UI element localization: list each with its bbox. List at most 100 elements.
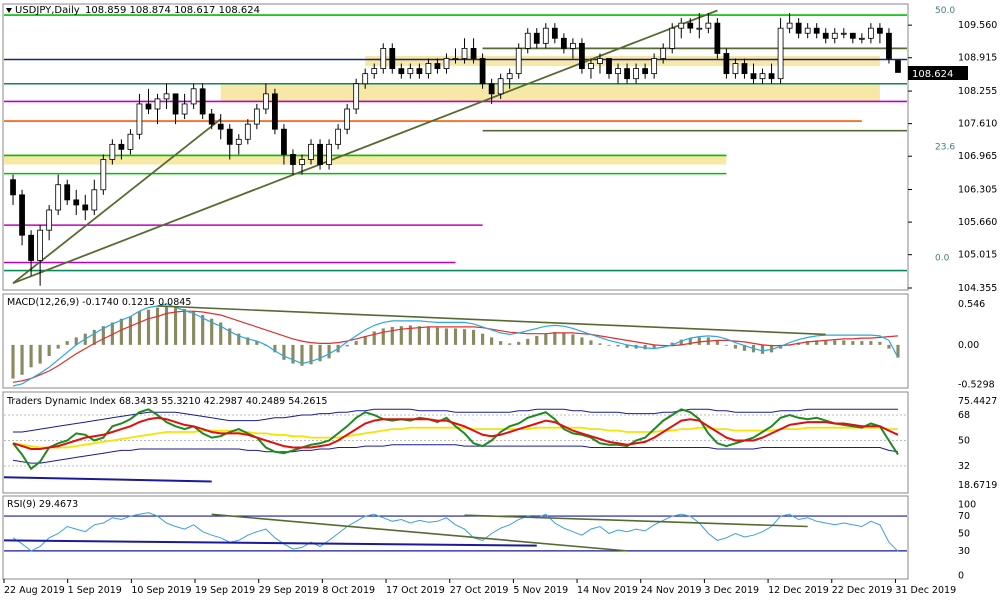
candle-body <box>642 68 649 75</box>
candle-body <box>804 27 811 34</box>
rsi-axis-label: 70 <box>958 511 970 522</box>
candle-body <box>272 93 278 130</box>
candle-body <box>281 128 287 155</box>
macd-histogram-bar <box>38 344 42 364</box>
x-axis-label: 1 Sep 2019 <box>68 585 122 596</box>
candle-body <box>163 93 170 100</box>
macd-histogram-bar <box>173 307 178 345</box>
candle-body <box>488 83 495 95</box>
candle-body <box>127 133 134 150</box>
macd-histogram-bar <box>327 344 331 359</box>
x-axis-label: 22 Dec 2019 <box>832 585 893 596</box>
candle-body <box>615 68 621 75</box>
macd-histogram-bar <box>616 344 620 347</box>
candle-body <box>858 37 865 40</box>
x-axis-label: 24 Nov 2019 <box>641 585 702 596</box>
candle-body <box>100 159 107 191</box>
candle-body <box>813 27 820 34</box>
macd-histogram-bar <box>192 311 196 345</box>
candle-body <box>551 27 558 39</box>
tdi-axis-label: 18.6719 <box>958 480 997 491</box>
tdi-axis-label: 32 <box>958 461 970 472</box>
x-axis-label: 12 Dec 2019 <box>768 585 829 596</box>
price-zone <box>365 55 880 67</box>
candle-body <box>145 103 152 110</box>
candle-body <box>705 22 712 29</box>
x-axis-label: 5 Nov 2019 <box>513 585 568 596</box>
macd-histogram-bar <box>833 340 837 345</box>
macd-histogram-bar <box>417 326 421 345</box>
x-axis-label: 14 Nov 2019 <box>577 585 638 596</box>
macd-histogram-bar <box>29 344 33 368</box>
macd-histogram-bar <box>553 332 557 345</box>
candle-body <box>244 123 251 140</box>
macd-histogram-bar <box>851 341 855 345</box>
tdi-axis-label: 75.4427 <box>958 396 997 407</box>
candle-body <box>434 63 441 69</box>
price-axis-label: 106.305 <box>958 185 997 196</box>
x-axis-label: 17 Oct 2019 <box>386 585 445 596</box>
candle-body <box>768 73 775 80</box>
macd-histogram-bar <box>435 327 440 345</box>
candle-body <box>506 73 513 80</box>
candle-body <box>335 128 341 145</box>
candle-body <box>606 58 612 75</box>
candle-body <box>479 58 486 85</box>
candle-body <box>398 68 405 75</box>
candle-body <box>877 27 883 34</box>
candle-body <box>28 234 34 261</box>
macd-histogram-bar <box>372 331 376 345</box>
macd-histogram-bar <box>887 344 891 349</box>
candle-body <box>597 58 603 64</box>
candle-body <box>714 22 721 54</box>
candle-body <box>371 68 378 75</box>
macd-histogram-bar <box>607 344 611 346</box>
macd-histogram-bar <box>390 326 394 345</box>
candle-body <box>840 32 847 35</box>
candle-body <box>786 22 793 29</box>
macd-histogram-bar <box>697 337 701 345</box>
macd-histogram-bar <box>878 341 882 345</box>
macd-histogram-bar <box>733 344 738 349</box>
macd-histogram-bar <box>128 316 133 345</box>
candle-body <box>10 179 16 196</box>
macd-histogram-bar <box>571 334 575 345</box>
price-axis-label: 109.560 <box>958 20 997 31</box>
candle-body <box>226 128 233 145</box>
macd-histogram-bar <box>598 343 602 345</box>
candle-body <box>181 103 188 115</box>
macd-label: MACD(12,26,9) -0.1740 0.1215 0.0845 <box>7 297 191 308</box>
candle-body <box>407 68 414 75</box>
candle-body <box>362 73 369 85</box>
candle-body <box>416 68 423 75</box>
candle-body <box>46 209 53 231</box>
candle-body <box>73 199 80 206</box>
candle-body <box>461 47 468 59</box>
candle-body <box>299 159 305 165</box>
macd-histogram-bar <box>860 341 864 345</box>
macd-histogram-bar <box>20 344 24 375</box>
candle-body <box>588 63 594 69</box>
candle-body <box>696 27 703 30</box>
rsi-axis-label: 0 <box>958 570 964 581</box>
fib-level-label: 50.0 <box>935 6 955 16</box>
candle-body <box>19 194 25 236</box>
macd-histogram-bar <box>183 308 187 345</box>
chart-svg: 109.560 108.915 108.255 107.610 106.965 106.3… <box>0 0 1000 600</box>
candle-body <box>723 53 730 75</box>
macd-histogram-bar <box>354 341 358 345</box>
macd-histogram-bar <box>544 333 548 345</box>
candle-body <box>64 184 71 201</box>
macd-axis-label: 0.00 <box>958 340 979 351</box>
macd-histogram-bar <box>453 328 458 345</box>
candle-body <box>624 68 630 80</box>
price-axis-label: 105.015 <box>958 250 997 261</box>
candle-body <box>660 47 667 59</box>
price-axis-label: 105.660 <box>958 217 997 228</box>
macd-histogram-bar <box>760 344 765 354</box>
candle-body <box>353 83 360 110</box>
x-axis-label: 8 Oct 2019 <box>322 585 375 596</box>
candle-body <box>290 154 296 165</box>
macd-histogram-bar <box>471 329 476 345</box>
candle-body <box>651 58 658 75</box>
